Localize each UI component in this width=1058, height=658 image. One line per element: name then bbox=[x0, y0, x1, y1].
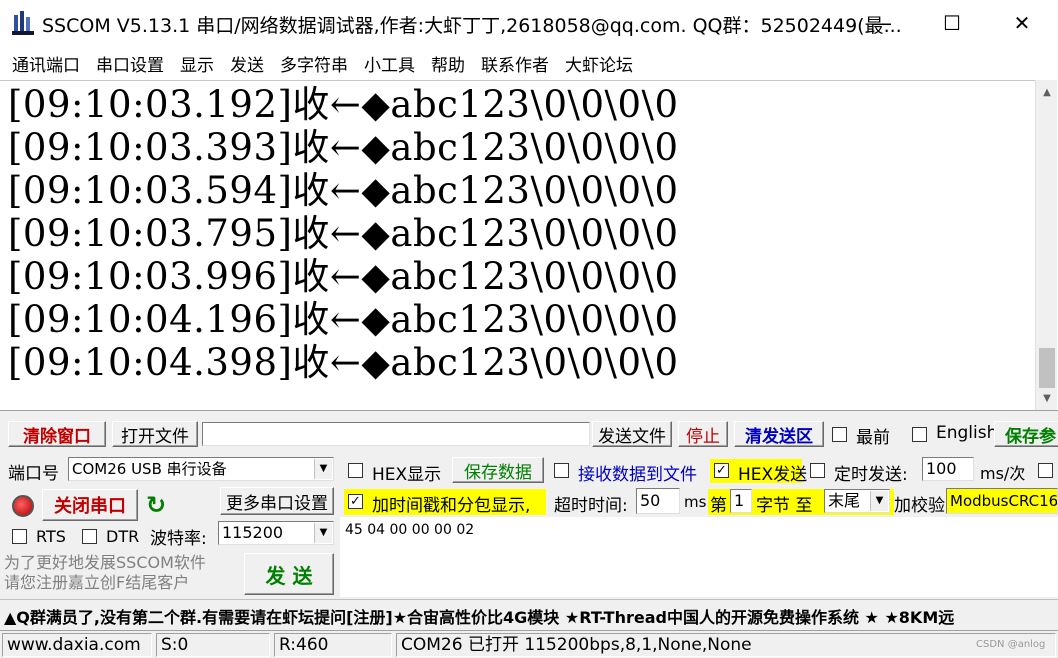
website-link[interactable]: www.daxia.com bbox=[2, 633, 152, 657]
hex-send-label: HEX发送 bbox=[738, 465, 808, 485]
byte-to-label: 字节 至 bbox=[756, 496, 813, 516]
port-select[interactable]: COM26 USB 串行设备 ▼ bbox=[68, 457, 334, 481]
timestamp-checkbox[interactable]: ✓ bbox=[348, 494, 363, 509]
topmost-checkbox[interactable] bbox=[832, 427, 847, 442]
minimize-button[interactable]: — bbox=[847, 0, 917, 46]
maximize-icon: ☐ bbox=[943, 11, 961, 35]
menu-send[interactable]: 发送 bbox=[222, 51, 272, 76]
hex-send-checkbox[interactable]: ✓ bbox=[714, 463, 729, 478]
close-icon: ✕ bbox=[1013, 11, 1031, 35]
interval-input[interactable]: 100 bbox=[922, 457, 974, 481]
receive-line: [09:10:03.996]收←◆abc123\0\0\0\0 bbox=[8, 255, 679, 298]
rts-checkbox[interactable] bbox=[12, 529, 27, 544]
receive-line: [09:10:04.196]收←◆abc123\0\0\0\0 bbox=[8, 298, 679, 341]
receive-line: [09:10:03.393]收←◆abc123\0\0\0\0 bbox=[8, 126, 679, 169]
port-status: COM26 已打开 115200bps,8,1,None,None bbox=[396, 633, 1056, 657]
close-port-button[interactable]: 关闭串口 bbox=[42, 489, 138, 521]
nth-label: 第 bbox=[710, 496, 727, 516]
menu-multi-string[interactable]: 多字符串 bbox=[272, 51, 356, 76]
scroll-thumb[interactable] bbox=[1039, 348, 1055, 388]
port-value: COM26 USB 串行设备 bbox=[72, 460, 227, 478]
menu-help[interactable]: 帮助 bbox=[423, 51, 473, 76]
menu-forum[interactable]: 大虾论坛 bbox=[557, 51, 641, 76]
stop-button[interactable]: 停止 bbox=[678, 421, 728, 447]
send-file-button[interactable]: 发送文件 bbox=[592, 421, 672, 447]
dtr-checkbox[interactable] bbox=[82, 529, 97, 544]
save-params-button[interactable]: 保存参 bbox=[994, 421, 1058, 447]
checksum-label: 加校验 bbox=[894, 496, 945, 516]
window-title: SSCOM V5.13.1 串口/网络数据调试器,作者:大虾丁丁,2618058… bbox=[42, 15, 902, 37]
port-status-led-icon bbox=[12, 495, 34, 517]
end-select[interactable]: 末尾 ▼ bbox=[824, 489, 890, 513]
open-file-button[interactable]: 打开文件 bbox=[112, 421, 198, 447]
menu-port-settings[interactable]: 串口设置 bbox=[88, 51, 172, 76]
chevron-down-icon[interactable]: ▼ bbox=[314, 523, 332, 543]
end-value: 末尾 bbox=[828, 491, 861, 510]
timed-send-checkbox[interactable] bbox=[810, 463, 825, 478]
chevron-down-icon[interactable]: ▼ bbox=[870, 491, 888, 511]
timeout-input[interactable]: 50 bbox=[636, 488, 680, 514]
send-button[interactable]: 发 送 bbox=[244, 553, 334, 595]
rts-label: RTS bbox=[36, 527, 66, 546]
timeout-label: 超时时间: bbox=[554, 496, 628, 516]
receive-line: [09:10:04.398]收←◆abc123\0\0\0\0 bbox=[8, 341, 679, 384]
baud-select[interactable]: 115200 ▼ bbox=[218, 521, 334, 545]
ms-label: ms bbox=[684, 493, 707, 511]
menu-display[interactable]: 显示 bbox=[172, 51, 222, 76]
menu-tools[interactable]: 小工具 bbox=[356, 51, 423, 76]
maximize-button[interactable]: ☐ bbox=[917, 0, 987, 46]
timed-send-label: 定时发送: bbox=[834, 465, 908, 485]
recv-to-file-checkbox[interactable] bbox=[554, 463, 569, 478]
news-ticker[interactable]: ▲Q群满员了,没有第二个群.有需要请在虾坛提问[注册]★合宙高性价比4G模块 ★… bbox=[0, 599, 1058, 629]
scroll-down-icon[interactable]: ▼ bbox=[1036, 388, 1058, 408]
chevron-down-icon[interactable]: ▼ bbox=[314, 459, 332, 479]
byte-index-input[interactable]: 1 bbox=[730, 489, 752, 513]
scroll-up-icon[interactable]: ▲ bbox=[1036, 82, 1058, 102]
receive-scrollbar[interactable]: ▲ ▼ bbox=[1035, 80, 1057, 410]
dtr-label: DTR bbox=[106, 527, 140, 546]
minimize-icon: — bbox=[872, 11, 892, 35]
clear-send-button[interactable]: 清发送区 bbox=[734, 421, 824, 447]
status-bar: www.daxia.com S:0 R:460 COM26 已打开 115200… bbox=[0, 630, 1058, 658]
ticker-text: ▲Q群满员了,没有第二个群.有需要请在虾坛提问[注册]★合宙高性价比4G模块 ★… bbox=[4, 608, 955, 627]
english-label: English bbox=[936, 423, 998, 443]
title-bar: SSCOM V5.13.1 串口/网络数据调试器,作者:大虾丁丁,2618058… bbox=[0, 0, 1058, 46]
menu-bar: 通讯端口 串口设置 显示 发送 多字符串 小工具 帮助 联系作者 大虾论坛 bbox=[0, 46, 1058, 80]
send-data-input[interactable]: 45 04 00 00 00 02 bbox=[340, 517, 1058, 597]
receive-line: [09:10:03.594]收←◆abc123\0\0\0\0 bbox=[8, 169, 679, 212]
extra-checkbox[interactable] bbox=[1038, 463, 1053, 478]
promo-text[interactable]: 为了更好地发展SSCOM软件 请您注册嘉立创F结尾客户 bbox=[4, 553, 240, 595]
english-checkbox[interactable] bbox=[912, 427, 927, 442]
baud-label: 波特率: bbox=[150, 529, 207, 549]
baud-value: 115200 bbox=[222, 523, 284, 542]
checksum-type-select[interactable]: ModbusCRC16 bbox=[946, 488, 1058, 514]
receive-area[interactable]: [09:10:03.192]收←◆abc123\0\0\0\0 [09:10:0… bbox=[0, 80, 1035, 410]
hex-display-label: HEX显示 bbox=[372, 465, 442, 485]
file-path-input[interactable] bbox=[202, 422, 590, 446]
close-button[interactable]: ✕ bbox=[987, 0, 1057, 46]
app-icon bbox=[12, 11, 34, 35]
watermark: CSDN @anlog bbox=[976, 639, 1046, 650]
control-panel: 清除窗口 打开文件 发送文件 停止 清发送区 最前 English 保存参 端口… bbox=[0, 410, 1058, 658]
sent-count: S:0 bbox=[156, 633, 270, 657]
receive-line: [09:10:03.795]收←◆abc123\0\0\0\0 bbox=[8, 212, 679, 255]
hex-display-checkbox[interactable] bbox=[348, 463, 363, 478]
refresh-icon[interactable]: ↻ bbox=[146, 491, 166, 519]
more-port-settings-button[interactable]: 更多串口设置 bbox=[220, 487, 334, 515]
save-data-button[interactable]: 保存数据 bbox=[452, 457, 544, 483]
received-count: R:460 bbox=[274, 633, 392, 657]
recv-to-file-label: 接收数据到文件 bbox=[578, 465, 697, 485]
menu-comm-port[interactable]: 通讯端口 bbox=[4, 51, 88, 76]
clear-window-button[interactable]: 清除窗口 bbox=[8, 421, 106, 447]
timestamp-label: 加时间戳和分包显示, bbox=[372, 496, 531, 516]
interval-unit-label: ms/次 bbox=[980, 464, 1026, 483]
receive-line: [09:10:03.192]收←◆abc123\0\0\0\0 bbox=[8, 83, 679, 126]
menu-contact-author[interactable]: 联系作者 bbox=[473, 51, 557, 76]
port-label: 端口号 bbox=[8, 464, 59, 484]
topmost-label: 最前 bbox=[856, 428, 890, 448]
